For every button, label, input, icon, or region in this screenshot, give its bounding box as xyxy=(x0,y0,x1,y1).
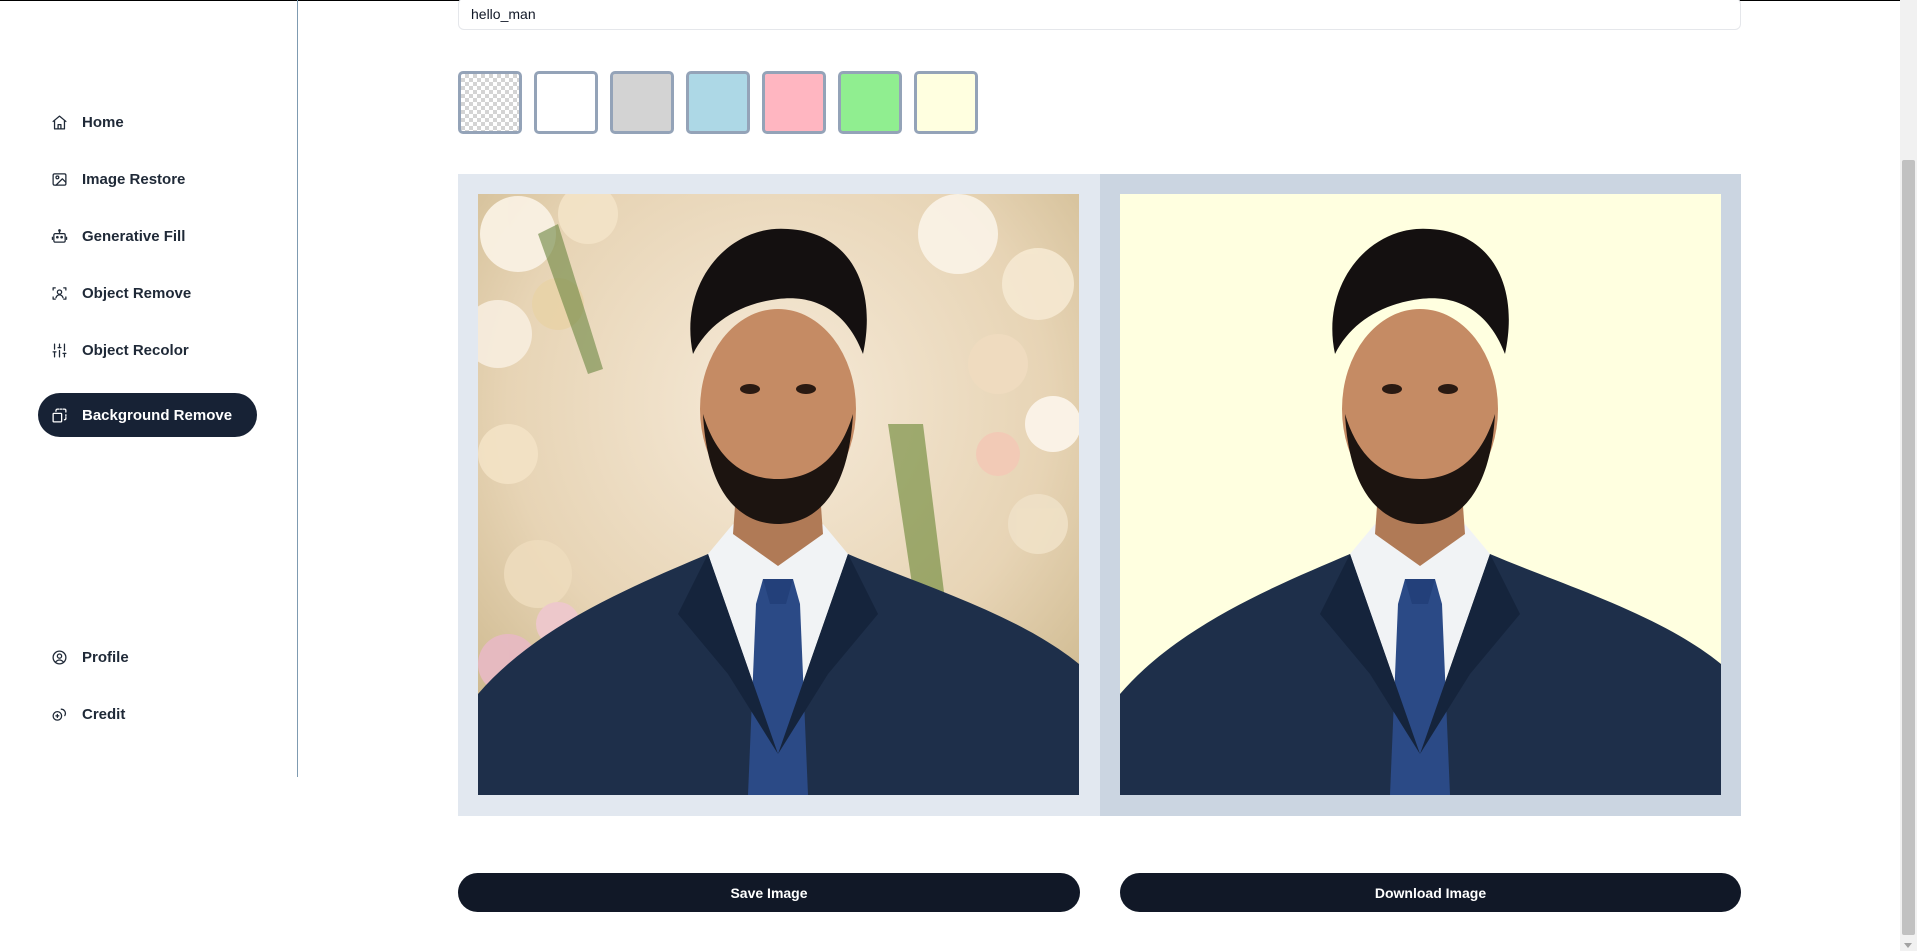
swatch-light-green[interactable] xyxy=(838,71,902,134)
sidebar-item-label: Object Recolor xyxy=(82,341,189,359)
sidebar-item-object-recolor[interactable]: Object Recolor xyxy=(38,328,257,372)
layers-icon xyxy=(50,406,68,424)
swatch-light-blue[interactable] xyxy=(686,71,750,134)
sidebar-item-label: Home xyxy=(82,113,124,131)
background-color-swatches xyxy=(458,71,978,134)
sidebar: Home Image Restore Generative Fill Objec… xyxy=(0,0,298,777)
scroll-down-arrow-icon[interactable] xyxy=(1904,943,1912,948)
swatch-white[interactable] xyxy=(534,71,598,134)
sidebar-item-generative-fill[interactable]: Generative Fill xyxy=(38,214,257,258)
swatch-transparent[interactable] xyxy=(458,71,522,134)
sidebar-item-label: Generative Fill xyxy=(82,227,186,245)
original-image-panel xyxy=(458,174,1100,816)
sidebar-item-background-remove[interactable]: Background Remove xyxy=(38,393,257,437)
result-image xyxy=(1120,194,1721,795)
vertical-scrollbar[interactable] xyxy=(1900,0,1917,951)
image-name-input[interactable] xyxy=(458,0,1741,30)
scan-icon xyxy=(50,284,68,302)
home-icon xyxy=(50,113,68,131)
bot-icon xyxy=(50,227,68,245)
coins-icon xyxy=(50,705,68,723)
original-image xyxy=(478,194,1079,795)
swatch-light-yellow[interactable] xyxy=(914,71,978,134)
sidebar-item-image-restore[interactable]: Image Restore xyxy=(38,157,257,201)
sidebar-item-label: Image Restore xyxy=(82,170,186,188)
sidebar-item-home[interactable]: Home xyxy=(38,100,257,144)
download-image-button[interactable]: Download Image xyxy=(1120,873,1741,912)
sidebar-item-object-remove[interactable]: Object Remove xyxy=(38,271,257,315)
swatch-pink[interactable] xyxy=(762,71,826,134)
save-image-button[interactable]: Save Image xyxy=(458,873,1080,912)
image-icon xyxy=(50,170,68,188)
sidebar-item-label: Credit xyxy=(82,705,126,723)
sidebar-item-label: Profile xyxy=(82,648,129,666)
swatch-light-gray[interactable] xyxy=(610,71,674,134)
sidebar-item-profile[interactable]: Profile xyxy=(38,635,257,679)
sidebar-item-credit[interactable]: Credit xyxy=(38,692,257,736)
sliders-icon xyxy=(50,341,68,359)
sidebar-item-label: Background Remove xyxy=(82,406,233,424)
sidebar-item-label: Object Remove xyxy=(82,284,192,302)
scrollbar-thumb[interactable] xyxy=(1902,160,1915,935)
result-image-panel xyxy=(1100,174,1741,816)
user-circle-icon xyxy=(50,648,68,666)
